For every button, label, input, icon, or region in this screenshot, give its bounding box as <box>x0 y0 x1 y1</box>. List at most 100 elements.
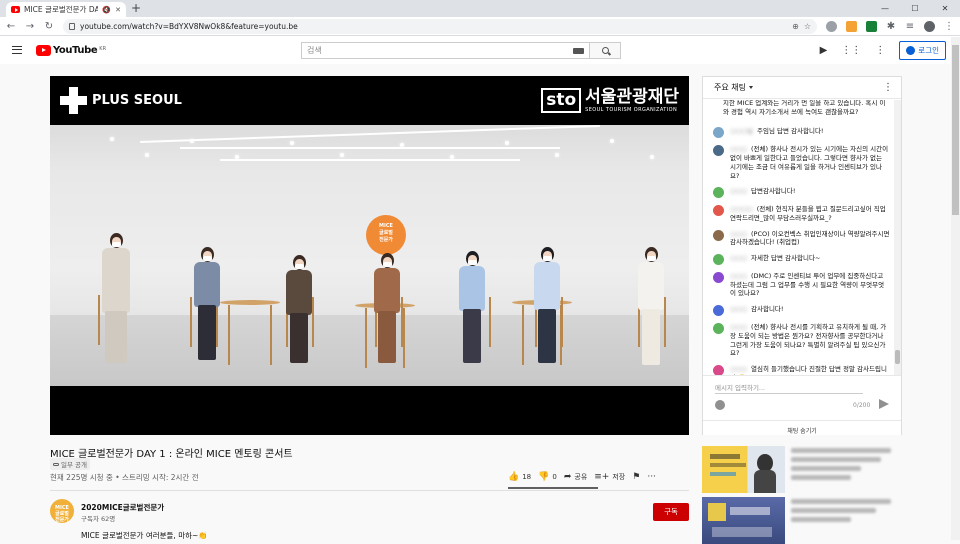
extension-grey-icon[interactable] <box>826 20 837 32</box>
page-scrollbar[interactable] <box>951 37 960 540</box>
share-button[interactable]: ➦ 공유 <box>564 472 587 482</box>
mice-sign: MICE 글로벌 전문가 <box>366 215 406 255</box>
chat-author[interactable]: ○○○ <box>730 187 747 195</box>
video-player[interactable]: PLUS SEOUL sto 서울관광재단 SEOUL TOURISM ORGA… <box>50 76 689 435</box>
info-divider <box>50 490 689 491</box>
ceiling-light-strip <box>140 125 600 144</box>
subscribe-button[interactable]: 구독 <box>653 503 689 521</box>
share-label: 공유 <box>574 473 588 481</box>
send-icon[interactable] <box>879 399 889 409</box>
channel-avatar-text-3: 전문가 <box>55 517 69 523</box>
back-icon[interactable]: ← <box>6 21 16 32</box>
channel-name[interactable]: 2020MICE글로벌전문가 <box>81 502 164 513</box>
youtube-logo[interactable]: YouTube KR <box>36 44 106 56</box>
chat-text: (전체) 향사나 전시를 기획하고 유치하게 될 때, 가장 도움이 되는 방법… <box>730 323 887 358</box>
emoji-icon[interactable] <box>715 400 725 410</box>
chat-input[interactable]: 메시지 입력하기... <box>715 382 765 392</box>
side-table <box>220 300 280 370</box>
like-button[interactable]: 👍 18 <box>508 472 531 482</box>
profile-avatar-icon[interactable] <box>924 20 935 32</box>
ceiling-light-strip <box>220 159 520 161</box>
page-scrollbar-thumb[interactable] <box>952 45 959 215</box>
chat-author[interactable]: ○○○ <box>730 145 747 153</box>
chat-author[interactable]: ○○○ <box>730 254 747 262</box>
chat-message-list[interactable]: 지한 MICE 업계와는 거리가 먼 일을 하고 있습니다. 혹시 이와 경험 … <box>703 100 896 375</box>
video-thumbnail[interactable] <box>702 497 785 544</box>
window-close-button[interactable]: ✕ <box>930 0 960 17</box>
chat-scrollbar[interactable] <box>894 100 901 375</box>
chat-avatar[interactable] <box>713 364 724 375</box>
chat-avatar[interactable] <box>713 187 724 199</box>
chat-avatar[interactable] <box>713 254 724 266</box>
extension-green-icon[interactable] <box>866 20 877 32</box>
video-stage-scene: MICE 글로벌 전문가 <box>50 125 689 386</box>
chat-author[interactable]: ○○○○ <box>730 205 753 213</box>
login-button[interactable]: 로그인 <box>899 41 946 60</box>
reload-icon[interactable]: ↻ <box>44 21 54 32</box>
panelist <box>370 253 404 377</box>
video-thumbnail[interactable] <box>702 446 785 493</box>
ceiling-light <box>650 155 654 159</box>
ceiling-light <box>340 153 344 157</box>
reading-list-icon[interactable]: ≡ <box>905 21 915 32</box>
chat-message: 지한 MICE 업계와는 거리가 먼 일을 하고 있습니다. 혹시 이와 경험 … <box>713 100 890 116</box>
panelist <box>98 233 134 373</box>
extension-orange-icon[interactable] <box>846 20 857 32</box>
chat-author[interactable]: ○○○ <box>730 365 747 373</box>
chat-avatar[interactable] <box>713 323 724 335</box>
chat-author[interactable]: ○○○ <box>730 305 747 313</box>
chat-avatar[interactable] <box>713 205 724 217</box>
ceiling-light <box>290 141 294 145</box>
apps-grid-icon[interactable]: ⋮⋮ <box>841 45 861 56</box>
extensions-puzzle-icon[interactable]: ✱ <box>886 21 896 32</box>
chat-author[interactable]: ○○○님 <box>730 127 753 135</box>
maximize-button[interactable]: ☐ <box>900 0 930 17</box>
new-tab-button[interactable]: + <box>131 1 141 15</box>
minimize-button[interactable]: — <box>870 0 900 17</box>
save-button[interactable]: ≡+ 저장 <box>594 472 625 482</box>
chat-avatar[interactable] <box>713 229 724 241</box>
hide-chat-button[interactable]: 채팅 숨기기 <box>703 420 901 436</box>
chat-avatar[interactable] <box>713 272 724 284</box>
tab-mute-icon[interactable]: 🔇 <box>102 6 111 14</box>
chat-scrollbar-thumb[interactable] <box>895 350 900 364</box>
settings-menu-icon[interactable]: ⋮ <box>875 45 885 56</box>
plus-seoul-logo: PLUS SEOUL <box>60 87 182 114</box>
search-input[interactable]: 검색 <box>301 42 589 59</box>
address-bar[interactable]: youtube.com/watch?v=BdYXV8NwOk8&feature=… <box>63 18 817 34</box>
sto-korean-name: 서울관광재단 <box>585 87 679 107</box>
browser-menu-icon[interactable]: ⋮ <box>944 21 954 32</box>
channel-avatar[interactable]: MICE 글로벌 전문가 <box>50 499 74 523</box>
ceiling-light <box>400 143 404 147</box>
youtube-play-icon <box>36 44 51 56</box>
dislike-button[interactable]: 👎 0 <box>538 472 557 482</box>
zoom-icon[interactable]: ⊕ <box>792 22 799 31</box>
chat-author[interactable]: ○○○ <box>730 323 747 331</box>
ceiling-light <box>190 139 194 143</box>
guide-menu-icon[interactable] <box>12 46 22 54</box>
lock-icon[interactable] <box>69 22 75 30</box>
chat-author[interactable]: ○○○ <box>730 272 747 280</box>
chat-avatar[interactable] <box>713 305 724 317</box>
chat-message-body: ○○○열심히 들기했습니다 진절한 답변 정말 감사드립니다 🙂 <box>730 365 890 375</box>
forward-icon[interactable]: → <box>25 21 35 32</box>
chat-avatar[interactable] <box>713 127 724 139</box>
chat-avatar[interactable] <box>713 145 724 157</box>
url-text[interactable]: youtube.com/watch?v=BdYXV8NwOk8&feature=… <box>80 22 787 31</box>
browser-tab[interactable]: MICE 글로벌전문가 DAY 1 🔇 ✕ <box>6 2 126 17</box>
chat-message: ○○○ (DMC) 주로 인센티브 투어 업무에 집중하신다고 하셨는데 그럼 그… <box>713 272 890 298</box>
chat-menu-icon[interactable]: ⋮ <box>883 82 893 93</box>
chat-author[interactable]: ○○○ <box>730 230 747 238</box>
bookmark-star-icon[interactable]: ☆ <box>804 22 811 31</box>
ceiling-light-strip <box>180 147 560 149</box>
mice-sign-text-1: MICE <box>379 223 393 229</box>
report-button[interactable]: ⚑ <box>632 472 640 482</box>
tab-close-icon[interactable]: ✕ <box>115 6 121 14</box>
more-actions-button[interactable]: ··· <box>647 472 656 482</box>
chat-mode-dropdown[interactable]: 주요 채팅 <box>714 82 753 93</box>
keyboard-icon[interactable] <box>573 47 584 54</box>
youtube-wordmark: YouTube <box>53 44 98 56</box>
video-actions: 👍 18 👎 0 ➦ 공유 ≡+ 저장 ⚑ ··· <box>508 472 656 482</box>
create-video-icon[interactable]: ▶ <box>820 45 828 56</box>
search-button[interactable] <box>589 42 621 59</box>
